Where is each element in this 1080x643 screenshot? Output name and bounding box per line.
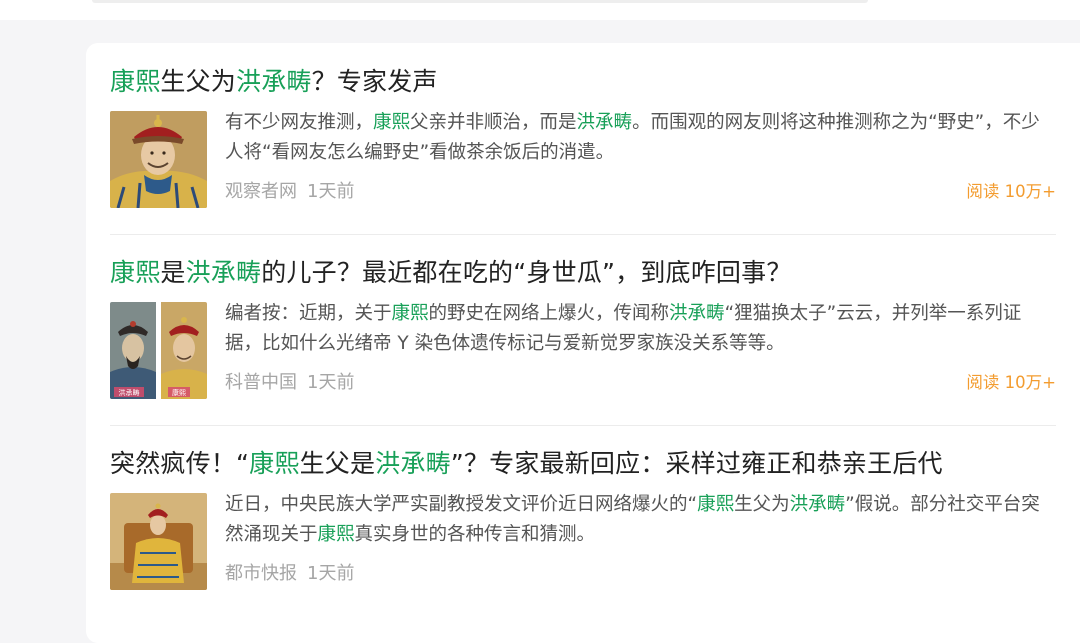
keyword-highlight: 康熙 [110, 258, 161, 287]
keyword-highlight: 洪承畴 [789, 494, 846, 515]
result-meta: 观察者网 1天前 [225, 179, 354, 205]
source-name[interactable]: 科普中国 [225, 372, 297, 393]
result-item[interactable]: 康熙生父为洪承畴？专家发声 有不少网友推测，康熙父亲并非顺治，而是洪承畴。而围观… [110, 65, 1056, 208]
text-segment: 编者按：近期，关于 [225, 303, 392, 324]
thumbnail-two-portraits[interactable]: 洪承畴 康熙 [110, 302, 207, 399]
keyword-highlight: 康熙 [249, 449, 300, 478]
text-segment: 的野史在网络上爆火，传闻称 [428, 303, 670, 324]
text-segment: 真实身世的各种传言和猜测。 [354, 524, 596, 545]
keyword-highlight: 洪承畴 [669, 303, 725, 324]
text-segment: 近日，中央民族大学严实副教授发文评价近日网络爆火的“ [225, 494, 698, 515]
thumbnail-emperor-seated[interactable] [110, 493, 207, 590]
keyword-highlight: 洪承畴 [576, 112, 633, 133]
divider [110, 425, 1056, 426]
keyword-highlight: 洪承畴 [185, 258, 262, 287]
read-count: 阅读 10万+ [966, 182, 1056, 201]
keyword-highlight: 洪承畴 [236, 67, 312, 96]
result-item[interactable]: 康熙是洪承畴的儿子？最近都在吃的“身世瓜”，到底咋回事？ 洪承畴 康熙 编者按：… [110, 256, 1056, 399]
text-segment: 父亲并非顺治，而是 [410, 112, 577, 133]
text-segment: 的儿子？最近都在吃的“身世瓜”，到底咋回事？ [261, 258, 792, 287]
result-title[interactable]: 康熙是洪承畴的儿子？最近都在吃的“身世瓜”，到底咋回事？ [110, 256, 1056, 290]
keyword-highlight: 洪承畴 [375, 449, 451, 478]
caption-right: 康熙 [172, 388, 186, 397]
result-item[interactable]: 突然疯传！“康熙生父是洪承畴”？专家最新回应：采样过雍正和恭亲王后代 近日，中央… [110, 447, 1056, 590]
divider [110, 234, 1056, 235]
keyword-highlight: 康熙 [317, 524, 355, 545]
top-bar [0, 0, 1080, 20]
result-meta: 科普中国 1天前 [225, 370, 354, 396]
text-segment: 突然疯传！“ [110, 449, 250, 478]
thumbnail-emperor-portrait[interactable] [110, 111, 207, 208]
portrait-image [110, 493, 207, 590]
keyword-highlight: 康熙 [391, 303, 429, 324]
text-segment: 是 [160, 258, 186, 287]
caption-left: 洪承畴 [119, 388, 140, 397]
publish-time: 1天前 [307, 372, 355, 393]
result-summary: 近日，中央民族大学严实副教授发文评价近日网络爆火的“康熙生父为洪承畴”假说。部分… [225, 490, 1055, 550]
keyword-highlight: 康熙 [110, 67, 161, 96]
result-title[interactable]: 突然疯传！“康熙生父是洪承畴”？专家最新回应：采样过雍正和恭亲王后代 [110, 447, 1056, 481]
source-name[interactable]: 都市快报 [225, 563, 297, 584]
result-summary: 有不少网友推测，康熙父亲并非顺治，而是洪承畴。而围观的网友则将这种推测称之为“野… [225, 108, 1055, 168]
portrait-image [110, 111, 207, 208]
search-box-edge[interactable] [92, 0, 868, 3]
keyword-highlight: 康熙 [697, 494, 735, 515]
text-segment: ”？专家最新回应：采样过雍正和恭亲王后代 [450, 449, 943, 478]
text-segment: 生父为 [160, 67, 237, 96]
keyword-highlight: 康熙 [373, 112, 411, 133]
portrait-image: 洪承畴 康熙 [110, 302, 207, 399]
read-count: 阅读 10万+ [966, 373, 1056, 392]
result-title[interactable]: 康熙生父为洪承畴？专家发声 [110, 65, 1056, 99]
publish-time: 1天前 [307, 563, 355, 584]
text-segment: 生父为 [734, 494, 790, 515]
text-segment: 生父是 [299, 449, 376, 478]
search-results-card: 康熙生父为洪承畴？专家发声 有不少网友推测，康熙父亲并非顺治，而是洪承畴。而围观… [86, 43, 1080, 643]
source-name[interactable]: 观察者网 [225, 181, 297, 202]
publish-time: 1天前 [307, 181, 355, 202]
result-summary: 编者按：近期，关于康熙的野史在网络上爆火，传闻称洪承畴“狸猫换太子”云云，并列举… [225, 299, 1055, 359]
text-segment: 有不少网友推测， [225, 112, 374, 133]
text-segment: ？专家发声 [311, 67, 438, 96]
result-meta: 都市快报 1天前 [225, 561, 354, 587]
